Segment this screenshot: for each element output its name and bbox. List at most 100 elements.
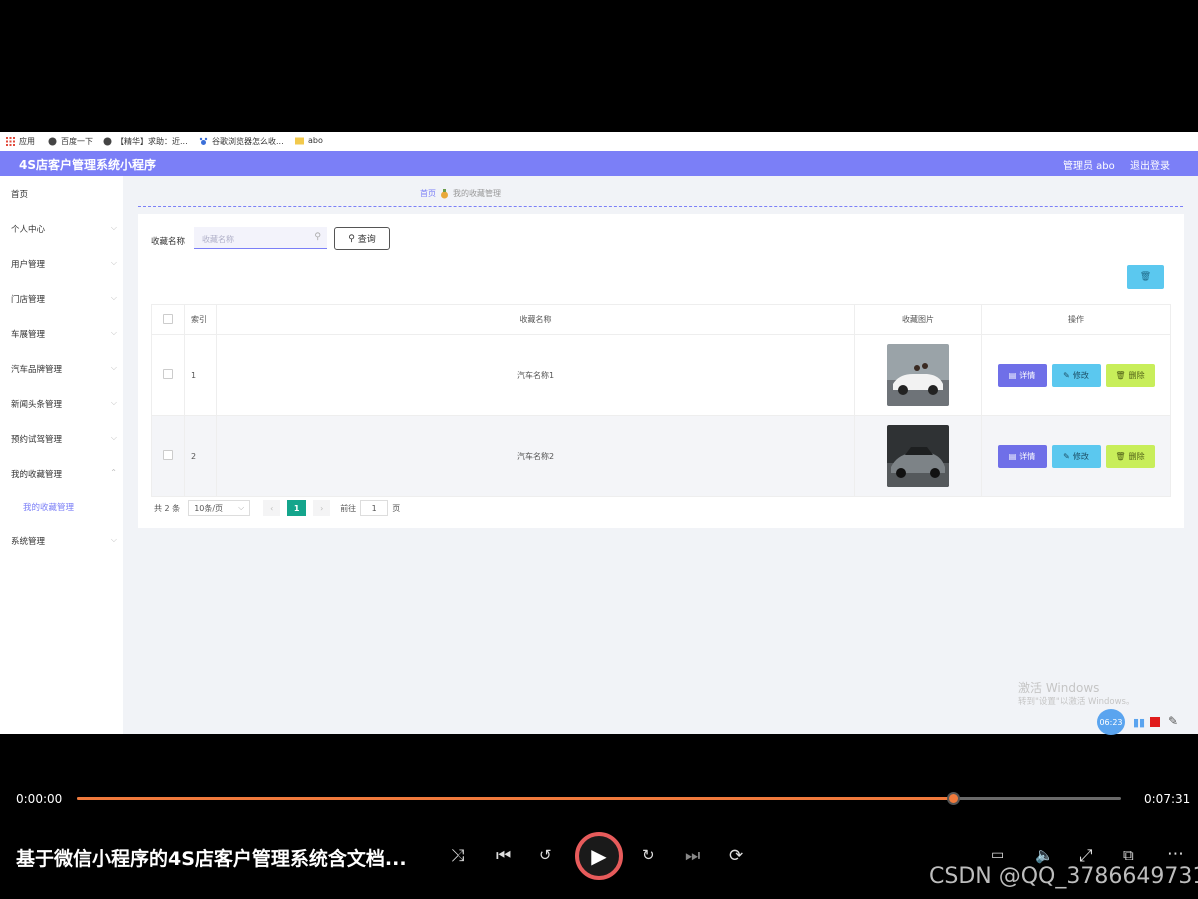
car-thumbnail[interactable]	[887, 425, 949, 487]
row-checkbox[interactable]	[163, 369, 173, 379]
delete-button[interactable]: 🗑 删除	[1105, 363, 1155, 387]
bookmark-apps[interactable]: 应用	[6, 136, 35, 147]
play-button[interactable]: ▶	[575, 832, 623, 880]
video-title: 基于微信小程序的4S店客户管理系统含文档...	[16, 848, 407, 870]
seek-handle[interactable]	[946, 792, 960, 805]
trash-icon: 🗑	[1139, 272, 1152, 282]
sidebar-item-profile[interactable]: 个人中心 ⌵	[11, 223, 119, 237]
bookmark-abo[interactable]: abo	[295, 136, 323, 145]
sidebar-item-home[interactable]: 首页	[11, 188, 119, 202]
breadcrumb: 首页 我的收藏管理	[420, 188, 501, 199]
prev-page-button[interactable]: ‹	[263, 500, 281, 516]
content-panel: 收藏名称 ⚲ ⚲ 查询 🗑 索引 收藏名称 收藏图片 操作 1 汽车名称1	[138, 214, 1184, 528]
detail-button[interactable]: ▤ 详情	[997, 444, 1047, 468]
recorder-pause-icon[interactable]: ▮▮	[1133, 716, 1145, 729]
pagination: 共 2 条 10条/页 ⌵ ‹ 1 › 前往 1 页	[154, 500, 400, 516]
globe-icon	[48, 137, 57, 146]
recorder-pen-icon[interactable]: ✎	[1168, 714, 1178, 728]
breadcrumb-current: 我的收藏管理	[453, 189, 501, 198]
sidebar-item-favorites[interactable]: 我的收藏管理 ⌃	[11, 468, 119, 482]
admin-user: 管理员 abo	[1063, 161, 1115, 172]
search-input[interactable]	[194, 229, 312, 250]
repeat-icon[interactable]: ⟳	[729, 846, 743, 866]
sidebar: 首页 个人中心 ⌵ 用户管理 ⌵ 门店管理 ⌵ 车展管理 ⌵ 汽车品牌管理 ⌵ 新闻头条管…	[0, 176, 123, 734]
chevron-down-icon: ⌵	[110, 535, 117, 544]
chevron-down-icon: ⌵	[110, 223, 117, 232]
sidebar-item-stores[interactable]: 门店管理 ⌵	[11, 293, 119, 307]
goto-label: 前往	[340, 503, 357, 513]
chevron-left-icon: ‹	[270, 503, 274, 513]
page-unit-label: 页	[392, 503, 401, 513]
sidebar-item-brands[interactable]: 汽车品牌管理 ⌵	[11, 363, 119, 377]
chevron-down-icon: ⌵	[110, 433, 117, 442]
chevron-right-icon: ›	[320, 503, 324, 513]
previous-icon[interactable]: ⏮	[496, 846, 511, 866]
main-content: 首页 我的收藏管理 收藏名称 ⚲ ⚲ 查询 🗑 索引 收藏名称 收藏图片 操作	[123, 176, 1198, 734]
sidebar-item-label: 个人中心	[11, 225, 46, 235]
delete-button[interactable]: 🗑 删除	[1105, 444, 1155, 468]
search-field: ⚲	[194, 227, 327, 250]
sidebar-item-users[interactable]: 用户管理 ⌵	[11, 258, 119, 272]
select-all-checkbox[interactable]	[163, 313, 173, 324]
bookmark-baidu[interactable]: 百度一下	[48, 136, 93, 147]
sidebar-item-autoshow[interactable]: 车展管理 ⌵	[11, 328, 119, 342]
query-button[interactable]: ⚲ 查询	[334, 227, 390, 250]
next-page-button[interactable]: ›	[313, 500, 331, 516]
detail-button[interactable]: ▤ 详情	[997, 363, 1047, 387]
sidebar-item-system[interactable]: 系统管理 ⌵	[11, 535, 119, 549]
duration: 0:07:31	[1144, 792, 1191, 806]
captions-icon[interactable]: ▭	[991, 847, 1004, 863]
bookmark-label: 【精华】求助：近...	[116, 137, 188, 146]
header-index: 索引	[184, 304, 217, 335]
row-index: 1	[184, 334, 217, 416]
page-size-value: 10条/页	[194, 503, 224, 513]
goto-page-input[interactable]: 1	[360, 500, 389, 516]
more-options-icon[interactable]: ⋯	[1167, 844, 1184, 864]
row-image-cell	[854, 334, 982, 416]
edit-button[interactable]: ✎ 修改	[1051, 363, 1101, 387]
chevron-down-icon: ⌵	[110, 328, 117, 337]
logout-link[interactable]: 退出登录	[1130, 157, 1170, 172]
bookmark-forum[interactable]: 【精华】求助：近...	[103, 136, 188, 147]
shuffle-icon[interactable]: ⤨	[451, 846, 465, 866]
sidebar-item-news[interactable]: 新闻头条管理 ⌵	[11, 398, 119, 412]
delete-button-label: 删除	[1128, 370, 1145, 380]
chevron-down-icon: ⌵	[110, 363, 117, 372]
csdn-watermark: CSDN @QQ_3786649731	[929, 864, 1198, 889]
recorder-timer: 06:23	[1097, 709, 1125, 735]
next-icon[interactable]: ⏭	[685, 846, 700, 866]
mini-player-icon[interactable]: ⧉	[1123, 846, 1134, 864]
page-number-current[interactable]: 1	[287, 500, 307, 516]
sidebar-subitem-favorites[interactable]: 我的收藏管理	[23, 501, 131, 515]
chevron-up-icon: ⌃	[110, 468, 117, 477]
document-icon: ▤	[1008, 451, 1017, 461]
edit-button[interactable]: ✎ 修改	[1051, 444, 1101, 468]
volume-icon[interactable]: 🔈	[1035, 846, 1054, 864]
delete-button-label: 删除	[1128, 451, 1145, 461]
bookmark-chrome[interactable]: 谷歌浏览器怎么收...	[199, 136, 284, 147]
seek-bar[interactable]	[77, 797, 1121, 800]
car-thumbnail[interactable]	[887, 344, 949, 406]
row-name: 汽车名称2	[216, 415, 855, 497]
bookmarks-bar: 应用 百度一下 【精华】求助：近... 谷歌浏览器怎么收... abo	[0, 132, 1198, 151]
bulk-delete-button[interactable]: 🗑	[1127, 265, 1164, 289]
bookmark-label: abo	[308, 136, 323, 145]
medal-icon	[441, 188, 448, 198]
breadcrumb-home[interactable]: 首页	[420, 188, 436, 199]
query-button-label: 查询	[357, 235, 376, 245]
page-size-select[interactable]: 10条/页 ⌵	[188, 500, 251, 516]
forward-30-icon[interactable]: ↻	[642, 846, 655, 864]
sidebar-item-label: 门店管理	[11, 295, 46, 305]
row-checkbox[interactable]	[163, 450, 173, 460]
fullscreen-icon[interactable]: ⤢	[1079, 846, 1093, 866]
search-label: 收藏名称	[151, 237, 186, 247]
recorder-stop-icon[interactable]	[1150, 717, 1160, 727]
edit-button-label: 修改	[1072, 370, 1089, 380]
rewind-10-icon[interactable]: ↺	[539, 846, 552, 864]
trash-icon: 🗑	[1115, 451, 1126, 461]
app-title: 4S店客户管理系统小程序	[19, 158, 156, 172]
sidebar-item-testdrive[interactable]: 预约试驾管理 ⌵	[11, 433, 119, 447]
header-image: 收藏图片	[854, 304, 982, 335]
chevron-down-icon: ⌵	[110, 258, 117, 267]
app-header: 4S店客户管理系统小程序 管理员 abo 退出登录	[0, 151, 1198, 176]
